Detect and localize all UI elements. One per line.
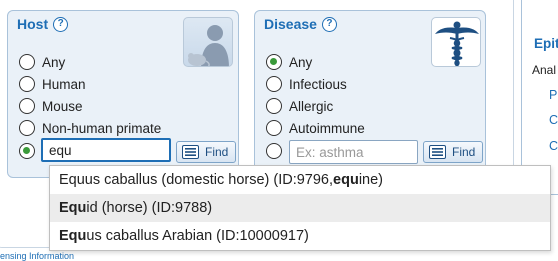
host-option-label: Mouse xyxy=(42,98,83,114)
host-option-non-human-primate[interactable]: Non-human primate xyxy=(19,117,161,139)
host-autocomplete-dropdown: Equus caballus (domestic horse) (ID:9796… xyxy=(49,165,551,251)
disease-option-label: Any xyxy=(289,54,313,70)
autocomplete-item-text: us caballus Arabian (ID:10000917) xyxy=(86,228,309,244)
disease-radio-any[interactable] xyxy=(266,54,282,70)
disease-panel-title: Disease ? xyxy=(264,16,337,32)
host-option-label: Any xyxy=(42,54,66,70)
host-radio-other[interactable] xyxy=(19,143,35,159)
disease-panel: Disease ? Any Infectious Allergic Autoim… xyxy=(254,10,486,178)
list-icon xyxy=(182,145,199,159)
disease-option-any[interactable]: Any xyxy=(266,51,312,73)
disease-option-label: Allergic xyxy=(289,98,334,114)
host-find-button[interactable]: Find xyxy=(176,141,236,163)
host-person-mouse-icon xyxy=(183,17,233,67)
autocomplete-item-text: Equus caballus (domestic horse) (ID:9796… xyxy=(59,172,334,188)
host-option-other[interactable] xyxy=(19,140,42,162)
autocomplete-item[interactable]: Equus caballus (domestic horse) (ID:9796… xyxy=(50,166,550,194)
host-panel-title: Host ? xyxy=(17,16,69,32)
epitope-link-1[interactable]: P xyxy=(549,88,557,102)
disease-option-label: Autoimmune xyxy=(289,120,365,136)
licensing-information-link[interactable]: ensing Information xyxy=(0,251,74,261)
host-panel: Host ? Any Human Mouse Non-human primate xyxy=(7,10,239,178)
host-option-label: Non-human primate xyxy=(42,120,162,136)
disease-find-label: Find xyxy=(452,145,476,159)
host-find-label: Find xyxy=(205,145,229,159)
autocomplete-item-text: ine) xyxy=(358,172,383,188)
caduceus-icon xyxy=(431,17,481,67)
host-title-text: Host xyxy=(17,16,49,32)
host-option-human[interactable]: Human xyxy=(19,73,86,95)
host-option-label: Human xyxy=(42,76,86,92)
epitope-panel-subtitle: Anal xyxy=(532,63,557,77)
epitope-link-2[interactable]: C xyxy=(549,113,558,127)
epitope-panel-title: Epit xyxy=(534,36,558,51)
host-help-icon[interactable]: ? xyxy=(53,16,69,32)
autocomplete-item-text: id (horse) (ID:9788) xyxy=(86,200,213,216)
host-option-any[interactable]: Any xyxy=(19,51,65,73)
disease-radio-other[interactable] xyxy=(266,143,282,159)
disease-option-other[interactable] xyxy=(266,140,289,162)
autocomplete-item-match: Equ xyxy=(59,200,87,216)
disease-title-text: Disease xyxy=(264,16,317,32)
autocomplete-item[interactable]: Equ us caballus Arabian (ID:10000917) xyxy=(50,222,550,250)
disease-radio-infectious[interactable] xyxy=(266,76,282,92)
host-radio-non-human-primate[interactable] xyxy=(19,120,35,136)
disease-help-icon[interactable]: ? xyxy=(321,16,337,32)
host-radio-any[interactable] xyxy=(19,54,35,70)
autocomplete-item-match: Equ xyxy=(59,228,87,244)
host-option-mouse[interactable]: Mouse xyxy=(19,95,83,117)
disease-option-infectious[interactable]: Infectious xyxy=(266,73,347,95)
autocomplete-item[interactable]: Equ id (horse) (ID:9788) xyxy=(50,194,550,222)
list-icon xyxy=(429,145,446,159)
disease-search-input[interactable] xyxy=(289,140,418,164)
disease-option-autoimmune[interactable]: Autoimmune xyxy=(266,117,365,139)
disease-option-label: Infectious xyxy=(289,76,347,92)
host-radio-mouse[interactable] xyxy=(19,98,35,114)
disease-radio-allergic[interactable] xyxy=(266,98,282,114)
host-radio-human[interactable] xyxy=(19,76,35,92)
host-search-input[interactable] xyxy=(41,138,171,162)
disease-find-button[interactable]: Find xyxy=(423,141,483,163)
autocomplete-item-match: equ xyxy=(333,172,359,188)
disease-radio-autoimmune[interactable] xyxy=(266,120,282,136)
disease-option-allergic[interactable]: Allergic xyxy=(266,95,333,117)
epitope-link-3[interactable]: C xyxy=(549,139,558,153)
